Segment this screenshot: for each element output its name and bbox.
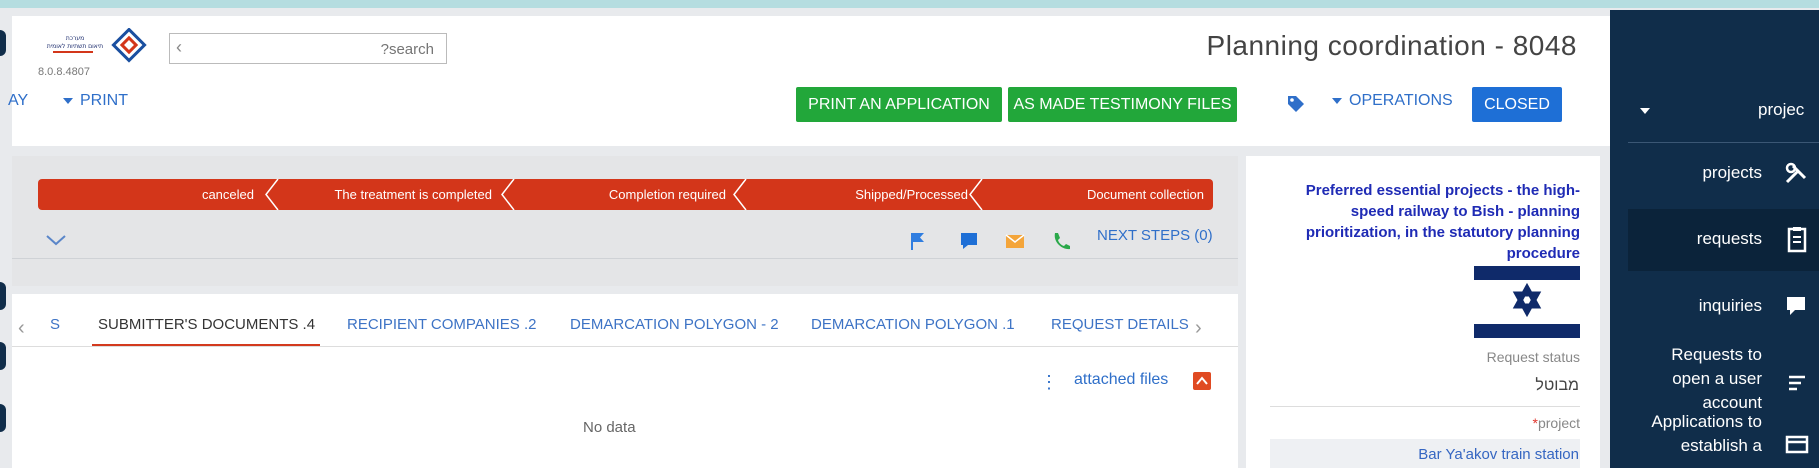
chevron-left-icon[interactable]: ‹ [176,37,182,58]
workflow-step[interactable]: The treatment is completed [278,179,492,210]
nav-item-label: requests [1696,229,1762,248]
print-application-button[interactable]: PRINT AN APPLICATION [796,87,1002,122]
logo-text-line: מערכת [66,35,84,42]
flag-icon[interactable] [906,230,928,252]
divider [12,258,1238,259]
left-edge-tab[interactable] [0,282,6,310]
divider [1270,406,1580,407]
list-icon [1789,375,1805,391]
empty-state-text: No data [583,419,636,436]
tab-recipient-companies[interactable]: RECIPIENT COMPANIES .2 [347,316,537,333]
card-icon [1785,435,1809,454]
chevron-right-icon[interactable]: › [1195,317,1202,340]
chevron-left-icon[interactable]: ‹ [18,317,25,340]
workflow-step[interactable]: Shipped/Processed [746,179,968,210]
window-top-strip [0,0,1819,8]
clipboard-icon [1787,227,1807,253]
left-edge-tab[interactable] [0,30,6,56]
nav-item-label: Applications to establish a [1651,412,1762,455]
nav-section-label: projec [1758,100,1805,119]
page-title: Planning coordination - 8048 [1206,30,1577,61]
search-input[interactable] [232,40,436,59]
chevron-down-icon[interactable] [45,233,67,247]
workflow-area [12,156,1238,286]
tab-request-details[interactable]: REQUEST DETAILS [1051,316,1189,333]
tools-icon [1785,162,1807,184]
nav-item-label: inquiries [1698,296,1762,315]
caret-down-icon [63,97,73,104]
caret-down-icon [1640,107,1650,114]
left-edge-tab[interactable] [0,404,6,432]
print-label: PRINT [80,92,128,109]
collapse-up-icon[interactable] [1193,372,1211,390]
tab-submitters-documents[interactable]: SUBMITTER'S DOCUMENTS .4 [98,316,315,333]
nav-item-label: Requests to open a user account [1671,345,1762,412]
tab-demarcation-polygon-2[interactable]: DEMARCATION POLYGON - 2 [570,316,779,333]
israel-flag-icon [1474,266,1580,338]
status-value: מבוטל [1535,377,1579,394]
app-logo: מערכת תיאום תשתיות לאומית [35,27,147,64]
truncated-toolbar-button[interactable]: AY [8,92,28,110]
operations-dropdown-button[interactable]: OPERATIONS [1332,92,1453,110]
caret-down-icon [1332,97,1342,104]
nav-section-toggle[interactable]: projec [1640,100,1804,120]
project-category-title: Preferred essential projects - the high-… [1305,182,1580,262]
tab-truncated[interactable]: S [50,316,60,333]
phone-icon[interactable] [1050,230,1072,252]
print-dropdown-button[interactable]: PRINT [63,92,128,110]
workflow-step[interactable]: Completion required [514,179,726,210]
app-version: 8.0.8.4807 [38,66,90,78]
workflow-step[interactable]: canceled [38,179,254,210]
logo-text-line: תיאום תשתיות לאומית [47,43,103,50]
status-label: Request status [1486,349,1580,365]
left-edge-tab[interactable] [0,342,6,370]
section-title: attached files [1074,371,1169,388]
divider [12,346,1238,347]
next-steps-link[interactable]: NEXT STEPS (0) [1097,227,1213,244]
project-value-link[interactable]: Bar Ya'akov train station [1418,446,1579,463]
closed-status-button[interactable]: CLOSED [1472,87,1562,122]
chat-icon [1787,297,1805,315]
nav-item-label: projects [1702,163,1762,182]
workflow-step[interactable]: Document collection [982,179,1204,210]
project-label-text: project [1537,415,1580,431]
operations-label: OPERATIONS [1349,92,1453,109]
search-box[interactable]: ‹ [169,33,447,64]
comment-icon[interactable] [958,230,980,252]
tab-demarcation-polygon-1[interactable]: DEMARCATION POLYGON .1 [811,316,1015,333]
divider [1628,142,1819,143]
project-label: *project [1533,415,1580,431]
mail-icon[interactable] [1004,230,1026,252]
more-options-icon[interactable]: ⋮ [1040,372,1058,393]
workflow-steps-bar: canceled The treatment is completed Comp… [38,179,1213,210]
as-made-testimony-files-button[interactable]: AS MADE TESTIMONY FILES [1008,87,1237,122]
tag-icon[interactable] [1286,94,1306,114]
